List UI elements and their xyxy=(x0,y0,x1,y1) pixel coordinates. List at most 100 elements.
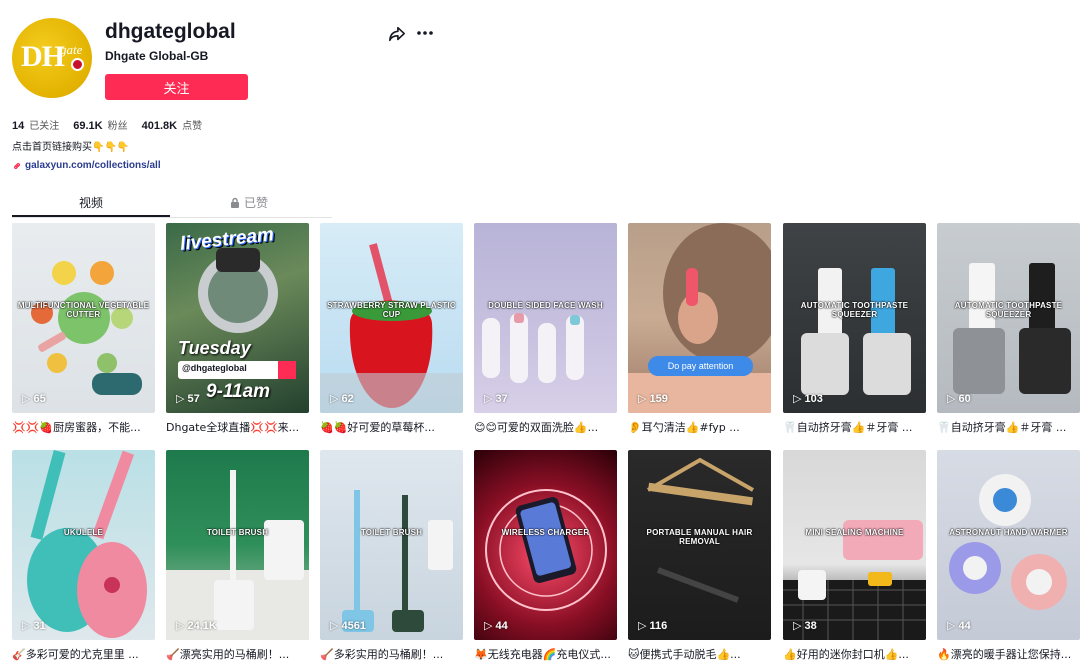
hand-warmer-illustration xyxy=(949,474,1067,610)
pay-attention-bubble: Do pay attention xyxy=(648,356,753,376)
video-card[interactable]: UKULELE ▷ 31 🎸多彩可爱的尤克里里 ... xyxy=(12,450,155,662)
video-card[interactable]: AUTOMATIC TOOTHPASTE SQUEEZER ▷ 103 🦷自动挤牙… xyxy=(783,223,926,435)
play-icon: ▷ xyxy=(22,393,31,405)
video-card[interactable]: ASTRONAUT HAND WARMER ▷ 44 🔥漂亮的暖手器让您保持... xyxy=(937,450,1080,662)
video-card[interactable]: MINI SEALING MACHINE ▷ 38 👍好用的迷你封口机👍... xyxy=(783,450,926,662)
wireless-charger-illustration xyxy=(485,489,607,611)
video-card[interactable]: Do pay attention ▷ 159 👂耳勺清洁👍#fyp ... xyxy=(628,223,771,435)
video-card[interactable]: PORTABLE MANUAL HAIR REMOVAL ▷ 116 🐱便携式手动… xyxy=(628,450,771,662)
play-icon: ▷ xyxy=(484,393,493,405)
tab-liked-label: 已赞 xyxy=(243,196,268,210)
follow-button[interactable]: 关注 xyxy=(105,74,248,100)
video-overlay-title: TOILET BRUSH xyxy=(206,528,269,537)
uk-flag-icon xyxy=(71,58,84,71)
avatar-logo-text: DH xyxy=(21,40,65,73)
video-caption: 🍓🍓好可爱的草莓杯... xyxy=(320,421,435,434)
play-count: ▷ 57 xyxy=(176,392,200,406)
video-card[interactable]: TOILET BRUSH ▷ 24.1K 🪠漂亮实用的马桶刷！... xyxy=(166,450,309,662)
video-card[interactable]: STRAWBERRY STRAW PLASTIC CUP ▷ 62 🍓🍓好可爱的草… xyxy=(320,223,463,435)
play-icon: ▷ xyxy=(330,620,339,632)
video-caption: Dhgate全球直播💢💢来... xyxy=(166,421,300,434)
video-thumbnail: AUTOMATIC TOOTHPASTE SQUEEZER ▷ 60 xyxy=(937,223,1080,413)
profile-stats: 14 已关注 69.1K 粉丝 401.8K 点赞 xyxy=(12,117,202,132)
lock-icon xyxy=(230,197,239,208)
link-icon xyxy=(13,162,21,169)
video-overlay-title: DOUBLE SIDED FACE WASH xyxy=(488,301,603,310)
toilet-brush-illustration xyxy=(166,470,309,640)
video-caption: 🪠多彩实用的马桶刷！... xyxy=(320,648,444,661)
play-count: ▷ 65 xyxy=(22,392,46,406)
tab-liked[interactable]: 已赞 xyxy=(170,190,328,217)
play-icon: ▷ xyxy=(22,620,31,632)
video-overlay-title: ASTRONAUT HAND WARMER xyxy=(949,528,1068,537)
video-thumbnail: WIRELESS CHARGER ▷ 44 xyxy=(474,450,617,640)
video-thumbnail: UKULELE ▷ 31 xyxy=(12,450,155,640)
ukulele-illustration xyxy=(27,450,147,638)
video-thumbnail: AUTOMATIC TOOTHPASTE SQUEEZER ▷ 103 xyxy=(783,223,926,413)
play-icon: ▷ xyxy=(947,393,956,405)
video-overlay-title: AUTOMATIC TOOTHPASTE SQUEEZER xyxy=(800,301,909,319)
video-card[interactable]: livestream Tuesday @dhgateglobal 9-11am … xyxy=(166,223,309,435)
video-thumbnail: MINI SEALING MACHINE ▷ 38 xyxy=(783,450,926,640)
video-overlay-title: MINI SEALING MACHINE xyxy=(805,528,904,537)
profile-link[interactable]: galaxyun.com/collections/all xyxy=(12,160,161,171)
video-overlay-title: AUTOMATIC TOOTHPASTE SQUEEZER xyxy=(954,301,1063,319)
profile-nickname: Dhgate Global-GB xyxy=(105,49,209,63)
video-thumbnail: STRAWBERRY STRAW PLASTIC CUP ▷ 62 xyxy=(320,223,463,413)
handle-label: @dhgateglobal xyxy=(182,363,247,373)
video-caption: 😊😊可爱的双面洗脸👍... xyxy=(474,421,599,434)
video-card[interactable]: WIRELESS CHARGER ▷ 44 🦊无线充电器🌈充电仪式... xyxy=(474,450,617,662)
video-card[interactable]: DOUBLE SIDED FACE WASH ▷ 37 😊😊可爱的双面洗脸👍... xyxy=(474,223,617,435)
face-wash-brush-illustration xyxy=(482,313,584,383)
play-icon: ▷ xyxy=(330,393,339,405)
video-thumbnail: MULTIFUNCTIONAL VEGETABLE CUTTER ▷ 65 xyxy=(12,223,155,413)
video-thumbnail: livestream Tuesday @dhgateglobal 9-11am … xyxy=(166,223,309,413)
video-caption: 🎸多彩可爱的尤克里里 ... xyxy=(12,648,139,661)
video-overlay-title: STRAWBERRY STRAW PLASTIC CUP xyxy=(327,301,456,319)
video-card[interactable]: TOILET BRUSH ▷ 4561 🪠多彩实用的马桶刷！... xyxy=(320,450,463,662)
profile-username: dhgateglobal xyxy=(105,20,236,43)
video-caption: 🦊无线充电器🌈充电仪式... xyxy=(474,648,611,661)
play-count: ▷ 37 xyxy=(484,392,508,406)
play-count: ▷ 116 xyxy=(638,619,668,633)
video-overlay-title: PORTABLE MANUAL HAIR REMOVAL xyxy=(646,528,753,546)
share-icon[interactable] xyxy=(388,25,406,43)
video-thumbnail: ASTRONAUT HAND WARMER ▷ 44 xyxy=(937,450,1080,640)
video-caption: 👍好用的迷你封口机👍... xyxy=(783,648,909,661)
play-icon: ▷ xyxy=(638,620,647,632)
sealing-machine-illustration xyxy=(783,520,926,640)
toilet-brush-illustration xyxy=(342,490,453,632)
video-caption: 🦷自动挤牙膏👍＃牙膏 ... xyxy=(937,421,1067,434)
avatar[interactable]: DH gate xyxy=(12,18,92,98)
play-icon: ▷ xyxy=(793,393,802,405)
play-count: ▷ 31 xyxy=(22,619,46,633)
video-thumbnail: TOILET BRUSH ▷ 24.1K xyxy=(166,450,309,640)
video-overlay-title: WIRELESS CHARGER xyxy=(501,528,590,537)
play-count: ▷ 44 xyxy=(484,619,508,633)
video-thumbnail: Do pay attention ▷ 159 xyxy=(628,223,771,413)
video-card[interactable]: AUTOMATIC TOOTHPASTE SQUEEZER ▷ 60 🦷自动挤牙膏… xyxy=(937,223,1080,435)
video-overlay-title: UKULELE xyxy=(63,528,104,537)
play-count: ▷ 44 xyxy=(947,619,971,633)
play-icon: ▷ xyxy=(947,620,956,632)
time-label: 9-11am xyxy=(206,381,271,402)
profile-tabs: 视频 已赞 xyxy=(12,190,332,218)
followers-count[interactable]: 69.1K 粉丝 xyxy=(73,117,127,132)
profile-bio: 点击首页链接购买👇👇👇 xyxy=(12,142,130,153)
play-count: ▷ 159 xyxy=(638,392,668,406)
play-icon: ▷ xyxy=(638,393,647,405)
video-thumbnail: DOUBLE SIDED FACE WASH ▷ 37 xyxy=(474,223,617,413)
ear-cleaning-illustration xyxy=(628,223,771,413)
avatar-logo-subtext: gate xyxy=(60,42,83,57)
video-card[interactable]: MULTIFUNCTIONAL VEGETABLE CUTTER ▷ 65 💢💢🍓… xyxy=(12,223,155,435)
play-icon: ▷ xyxy=(484,620,493,632)
video-overlay-title: MULTIFUNCTIONAL VEGETABLE CUTTER xyxy=(17,301,150,319)
play-count: ▷ 62 xyxy=(330,392,354,406)
following-count[interactable]: 14 已关注 xyxy=(12,117,59,132)
video-caption: 🦷自动挤牙膏👍＃牙膏 ... xyxy=(783,421,913,434)
video-overlay-title: TOILET BRUSH xyxy=(360,528,423,537)
more-options-icon[interactable] xyxy=(415,22,435,42)
play-count: ▷ 38 xyxy=(793,619,817,633)
play-icon: ▷ xyxy=(176,393,185,405)
tab-videos[interactable]: 视频 xyxy=(12,190,170,217)
